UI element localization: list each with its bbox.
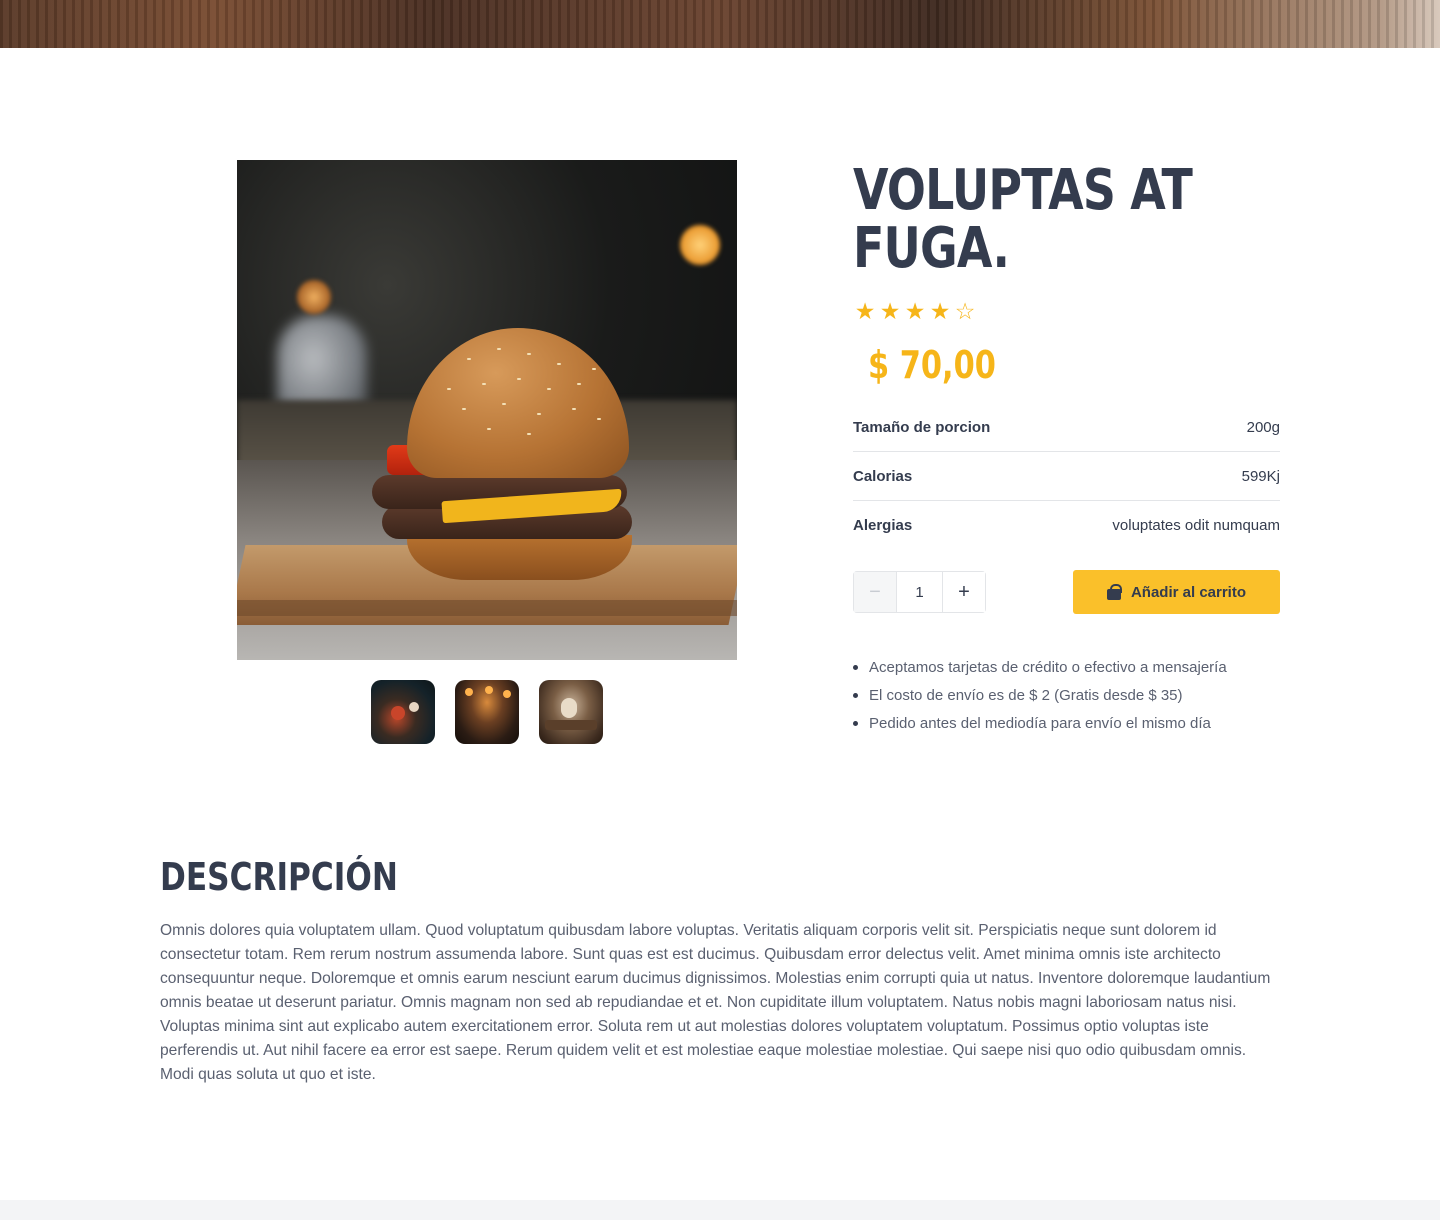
spec-table: Tamaño de porcion 200g Calorias 599Kj Al…	[853, 403, 1280, 550]
spec-row-calories: Calorias 599Kj	[853, 452, 1280, 501]
product-main-image	[237, 160, 737, 660]
sesame-seed	[592, 368, 596, 370]
spec-value: 599Kj	[1241, 467, 1280, 485]
product-title: VOLUPTAS AT FUGA.	[853, 158, 1193, 281]
spec-row-portion: Tamaño de porcion 200g	[853, 403, 1280, 452]
sesame-seed	[537, 413, 541, 415]
spec-label: Tamaño de porcion	[853, 418, 991, 436]
sesame-seed	[547, 388, 551, 390]
burger-bun-top	[407, 328, 629, 478]
sesame-seed	[577, 383, 581, 385]
bokeh-light	[297, 280, 331, 314]
sesame-seed	[557, 363, 561, 365]
hero-banner-image	[0, 0, 1440, 48]
thumbnail-1[interactable]	[371, 680, 435, 744]
sesame-seed	[447, 388, 451, 390]
sesame-seed	[597, 418, 601, 420]
sesame-seed	[517, 378, 521, 380]
thumbnail-2[interactable]	[455, 680, 519, 744]
sesame-seed	[527, 353, 531, 355]
sesame-seed	[572, 408, 576, 410]
star-filled-icon: ★	[879, 298, 901, 324]
sesame-seed	[462, 408, 466, 410]
sesame-seed	[467, 358, 471, 360]
decrease-quantity-button[interactable]: −	[854, 572, 896, 612]
spec-value: 200g	[1246, 418, 1280, 436]
burger-bun-bottom	[407, 535, 632, 580]
shipping-info-list: Aceptamos tarjetas de crédito o efectivo…	[853, 654, 1289, 738]
increase-quantity-button[interactable]: +	[943, 572, 985, 612]
sesame-seed	[527, 433, 531, 435]
product-rating: ★ ★ ★ ★ ☆	[853, 297, 977, 325]
sesame-seed	[497, 348, 501, 350]
description-heading: DESCRIPCIÓN	[160, 855, 398, 899]
quantity-input[interactable]: 1	[896, 572, 943, 612]
sesame-seed	[482, 383, 486, 385]
star-filled-icon: ★	[929, 298, 951, 324]
footer-strip	[0, 1200, 1440, 1220]
quantity-stepper: − 1 +	[853, 571, 986, 613]
spec-row-allergens: Alergias voluptates odit numquam	[853, 501, 1280, 550]
star-filled-icon: ★	[904, 298, 926, 324]
spec-value: voluptates odit numquam	[1112, 517, 1280, 534]
spec-label: Calorias	[853, 467, 913, 485]
bokeh-light	[680, 225, 720, 265]
list-item: El costo de envío es de $ 2 (Gratis desd…	[853, 682, 1289, 710]
spec-label: Alergias	[853, 517, 913, 534]
add-to-cart-button[interactable]: Añadir al carrito	[1073, 570, 1280, 614]
sesame-seed	[487, 428, 491, 430]
star-empty-icon: ☆	[954, 298, 976, 324]
cutting-board-edge	[237, 600, 737, 616]
star-filled-icon: ★	[854, 298, 876, 324]
shopping-bag-icon	[1106, 584, 1122, 600]
description-text: Omnis dolores quia voluptatem ullam. Quo…	[160, 922, 1271, 1083]
sesame-seed	[502, 403, 506, 405]
thumbnail-3[interactable]	[539, 680, 603, 744]
product-price: $ 70,00	[868, 343, 996, 387]
list-item: Pedido antes del mediodía para envío el …	[853, 710, 1289, 738]
list-item: Aceptamos tarjetas de crédito o efectivo…	[853, 654, 1289, 682]
add-to-cart-label: Añadir al carrito	[1130, 583, 1247, 601]
